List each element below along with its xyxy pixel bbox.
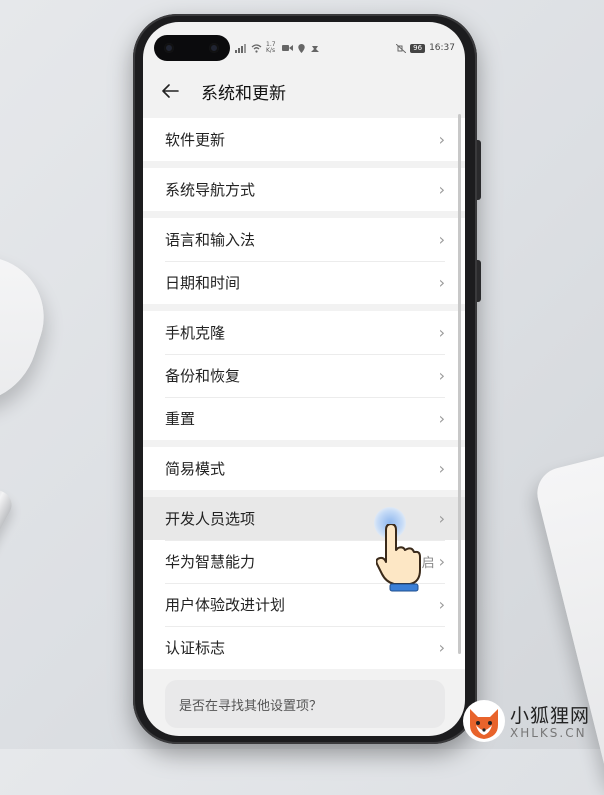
clock: 16:37 [429, 43, 455, 53]
chevron-right-icon: › [438, 130, 445, 149]
camera-cutout [154, 35, 230, 61]
signal-icon [235, 43, 246, 53]
settings-item-language[interactable]: 语言和输入法 › [143, 218, 465, 261]
fox-logo-icon [463, 700, 505, 742]
settings-item-label: 语言和输入法 [165, 231, 256, 249]
settings-group: 软件更新 › [143, 118, 465, 161]
settings-list: 软件更新 › 系统导航方式 › 语言和输入法 › 日期和时间 › 手机克隆 › [143, 118, 465, 676]
settings-item-value: 启 [421, 556, 435, 571]
watermark: 小狐狸网 XHLKS.CN [462, 695, 604, 749]
chevron-right-icon: › [438, 273, 445, 292]
phone-screen: 1.7 K/s 96 16:37 系统和更新 软件更新 › 系统导航方式 › 语… [143, 22, 465, 736]
chevron-right-icon: › [438, 230, 445, 249]
settings-item-label: 系统导航方式 [165, 181, 256, 199]
settings-group: 简易模式 › [143, 447, 465, 490]
page-title: 系统和更新 [201, 83, 286, 104]
back-arrow-icon [162, 84, 179, 98]
settings-item-label: 重置 [165, 410, 196, 428]
settings-item-label: 开发人员选项 [165, 510, 256, 528]
page-header: 系统和更新 [143, 74, 465, 108]
scrollbar[interactable] [458, 114, 461, 654]
settings-item-reset[interactable]: 重置 › [143, 397, 465, 440]
settings-item-label: 日期和时间 [165, 274, 241, 292]
video-icon [282, 45, 293, 51]
settings-item-software-update[interactable]: 软件更新 › [143, 118, 465, 161]
chevron-right-icon: › [438, 509, 445, 528]
settings-item-label: 认证标志 [165, 639, 226, 657]
mute-icon [396, 43, 407, 53]
chevron-right-icon: › [438, 638, 445, 657]
chevron-right-icon: › [438, 366, 445, 385]
chevron-right-icon: › [438, 459, 445, 478]
desk-pen [0, 485, 17, 711]
settings-item-label: 用户体验改进计划 [165, 596, 286, 614]
battery-icon: 96 [410, 43, 426, 53]
watermark-title: 小狐狸网 [510, 705, 591, 727]
watermark-subtitle: XHLKS.CN [510, 726, 587, 740]
chevron-right-icon: › [438, 180, 445, 199]
settings-item-simple-mode[interactable]: 简易模式 › [143, 447, 465, 490]
settings-item-label: 备份和恢复 [165, 367, 241, 385]
settings-item-navigation[interactable]: 系统导航方式 › [143, 168, 465, 211]
net-speed: 1.7 K/s [266, 41, 276, 54]
settings-item-label: 华为智慧能力 [165, 553, 256, 571]
search-suggestion-card[interactable]: 是否在寻找其他设置项？ [165, 680, 445, 728]
settings-item-label: 软件更新 [165, 131, 226, 149]
status-bar-right: 96 16:37 [396, 41, 455, 55]
chevron-right-icon: › [438, 552, 445, 571]
power-button [477, 260, 481, 302]
status-bar-left: 1.7 K/s [235, 41, 320, 55]
settings-item-label: 手机克隆 [165, 324, 226, 342]
desk-mouse [0, 228, 60, 422]
chevron-right-icon: › [438, 323, 445, 342]
settings-item-certification[interactable]: 认证标志 › [143, 626, 465, 669]
chevron-right-icon: › [438, 595, 445, 614]
settings-group: 手机克隆 › 备份和恢复 › 重置 › [143, 311, 465, 440]
volume-button [477, 140, 481, 200]
location-icon [298, 43, 305, 53]
settings-item-date-time[interactable]: 日期和时间 › [143, 261, 465, 304]
settings-group: 语言和输入法 › 日期和时间 › [143, 218, 465, 304]
settings-item-label: 简易模式 [165, 460, 226, 478]
settings-item-backup[interactable]: 备份和恢复 › [143, 354, 465, 397]
search-suggestion-text: 是否在寻找其他设置项？ [179, 698, 323, 714]
back-button[interactable] [161, 76, 195, 106]
pointing-hand-icon [376, 524, 421, 592]
settings-item-phone-clone[interactable]: 手机克隆 › [143, 311, 465, 354]
settings-item-right: 启 › [422, 552, 445, 571]
wifi-icon [251, 43, 262, 53]
notification-icon [311, 45, 319, 52]
settings-group: 系统导航方式 › [143, 168, 465, 211]
chevron-right-icon: › [438, 409, 445, 428]
